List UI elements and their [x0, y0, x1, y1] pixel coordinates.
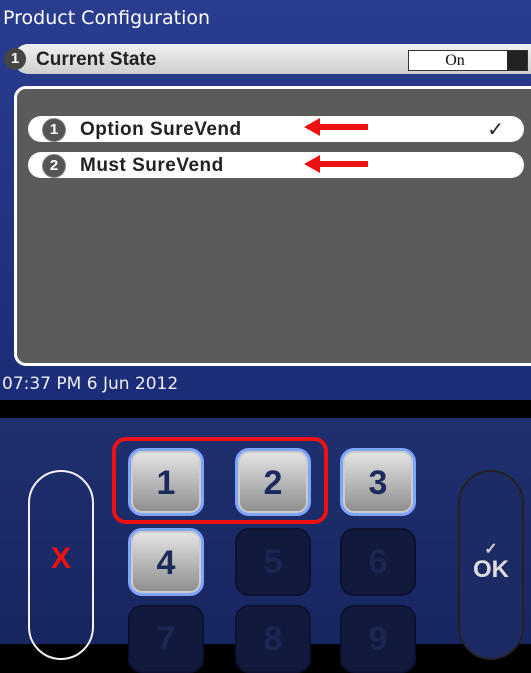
cancel-x-icon: X: [50, 542, 71, 575]
option-label: Must SureVend: [80, 155, 224, 176]
key-7[interactable]: 7: [128, 605, 204, 673]
checkmark-icon: ✓: [487, 117, 504, 141]
option-number-badge: 2: [42, 154, 66, 178]
current-state-row[interactable]: 1 Current State On: [4, 44, 531, 74]
option-label: Option SureVend: [80, 119, 242, 140]
current-state-label: Current State: [36, 49, 157, 70]
toggle-knob: [507, 51, 527, 70]
page-title: Product Configuration: [3, 7, 211, 29]
key-5[interactable]: 5: [235, 528, 311, 596]
ok-label: OK: [473, 556, 509, 583]
option-number-badge: 1: [42, 118, 66, 142]
key-6[interactable]: 6: [340, 528, 416, 596]
annotation-arrow-icon: [304, 118, 368, 136]
cancel-button[interactable]: X: [28, 470, 94, 660]
key-8[interactable]: 8: [235, 605, 311, 673]
ok-check-icon: ✓ OK: [473, 541, 509, 584]
state-toggle[interactable]: On: [408, 50, 528, 71]
annotation-arrow-icon: [304, 155, 368, 173]
key-3[interactable]: 3: [340, 448, 416, 516]
ok-button[interactable]: ✓ OK: [458, 470, 524, 660]
option-surevend-item[interactable]: 1 Option SureVend ✓: [28, 116, 524, 142]
display-screen: Product Configuration 1 Current State On…: [0, 0, 531, 400]
state-number-badge: 1: [4, 48, 26, 70]
key-9[interactable]: 9: [340, 605, 416, 673]
toggle-on-label: On: [445, 52, 465, 69]
status-datetime: 07:37 PM 6 Jun 2012: [2, 374, 179, 394]
must-surevend-item[interactable]: 2 Must SureVend: [28, 152, 524, 178]
annotation-highlight-box: [112, 437, 328, 524]
key-4[interactable]: 4: [128, 528, 204, 596]
